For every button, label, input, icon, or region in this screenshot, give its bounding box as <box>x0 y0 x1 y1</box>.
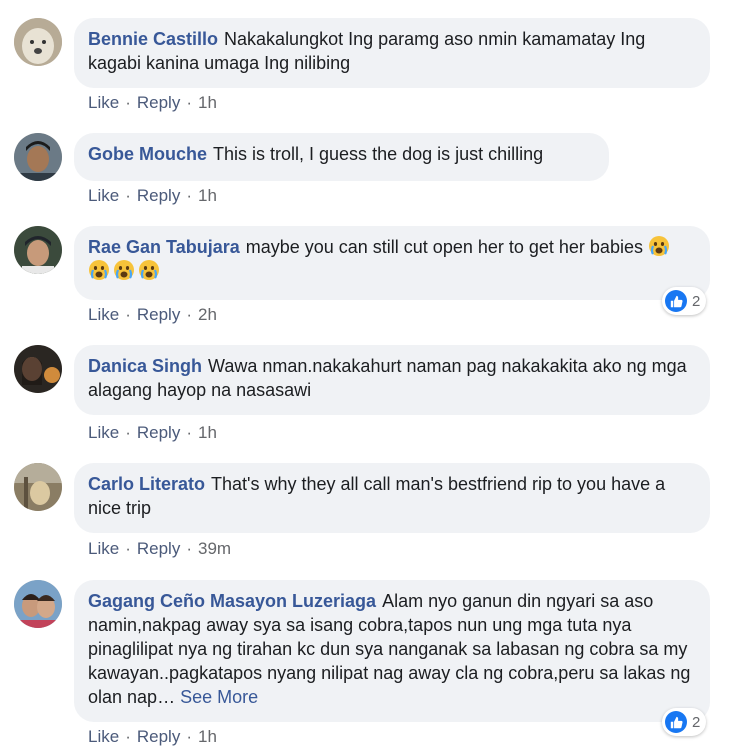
timestamp[interactable]: 1h <box>198 727 217 746</box>
see-more-link[interactable]: See More <box>180 687 258 707</box>
comment-author[interactable]: Danica Singh <box>88 356 202 376</box>
comment-actions: Like · Reply · 2h <box>88 305 217 324</box>
comment-author[interactable]: Carlo Literato <box>88 474 205 494</box>
reply-button[interactable]: Reply <box>137 727 180 746</box>
thumbs-up-icon <box>665 290 687 312</box>
timestamp[interactable]: 39m <box>198 539 231 558</box>
like-button[interactable]: Like <box>88 423 119 442</box>
avatar[interactable] <box>14 580 62 628</box>
like-button[interactable]: Like <box>88 727 119 746</box>
comment-text: maybe you can still cut open her to get … <box>245 237 643 257</box>
avatar[interactable] <box>14 226 62 274</box>
comment-bubble: Rae Gan Tabujara maybe you can still cut … <box>74 226 710 300</box>
crying-face-emoji <box>139 260 159 280</box>
avatar[interactable] <box>14 463 62 511</box>
timestamp[interactable]: 1h <box>198 186 217 205</box>
comment-author[interactable]: Bennie Castillo <box>88 29 218 49</box>
reaction-count: 2 <box>692 713 701 731</box>
comment-bubble: Gobe Mouche This is troll, I guess the do… <box>74 133 609 181</box>
avatar[interactable] <box>14 18 62 66</box>
like-button[interactable]: Like <box>88 305 119 324</box>
comment-actions: Like · Reply · 1h <box>88 93 217 112</box>
comment-actions: Like · Reply · 1h <box>88 423 217 442</box>
comment-actions: Like · Reply · 1h <box>88 727 217 746</box>
comment-author[interactable]: Gobe Mouche <box>88 144 207 164</box>
crying-face-emoji <box>648 236 669 256</box>
crying-face-emoji <box>89 260 109 280</box>
comment-bubble: Gagang Ceño Masayon Luzeriaga Alam nyo ga… <box>74 580 710 722</box>
timestamp[interactable]: 1h <box>198 423 217 442</box>
like-button[interactable]: Like <box>88 93 119 112</box>
reaction-count: 2 <box>692 292 701 310</box>
reply-button[interactable]: Reply <box>137 186 180 205</box>
comment-text: This is troll, I guess the dog is just c… <box>213 144 544 164</box>
avatar[interactable] <box>14 133 62 181</box>
comment-actions: Like · Reply · 1h <box>88 186 217 205</box>
reply-button[interactable]: Reply <box>137 93 180 112</box>
crying-face-emoji <box>114 260 134 280</box>
like-button[interactable]: Like <box>88 539 119 558</box>
timestamp[interactable]: 2h <box>198 305 217 324</box>
reaction-count-badge[interactable]: 2 <box>662 708 707 736</box>
comment-author[interactable]: Gagang Ceño Masayon Luzeriaga <box>88 591 376 611</box>
reply-button[interactable]: Reply <box>137 539 180 558</box>
timestamp[interactable]: 1h <box>198 93 217 112</box>
reaction-count-badge[interactable]: 2 <box>662 287 707 315</box>
avatar[interactable] <box>14 345 62 393</box>
reply-button[interactable]: Reply <box>137 423 180 442</box>
like-button[interactable]: Like <box>88 186 119 205</box>
comment-bubble: Carlo Literato That's why they all call m… <box>74 463 710 533</box>
comment-bubble: Bennie Castillo Nakakalungkot Ing paramg … <box>74 18 710 88</box>
comment-bubble: Danica Singh Wawa nman.nakakahurt naman p… <box>74 345 710 415</box>
reply-button[interactable]: Reply <box>137 305 180 324</box>
comment-actions: Like · Reply · 39m <box>88 539 232 558</box>
thumbs-up-icon <box>665 711 687 733</box>
comment-author[interactable]: Rae Gan Tabujara <box>88 237 240 257</box>
